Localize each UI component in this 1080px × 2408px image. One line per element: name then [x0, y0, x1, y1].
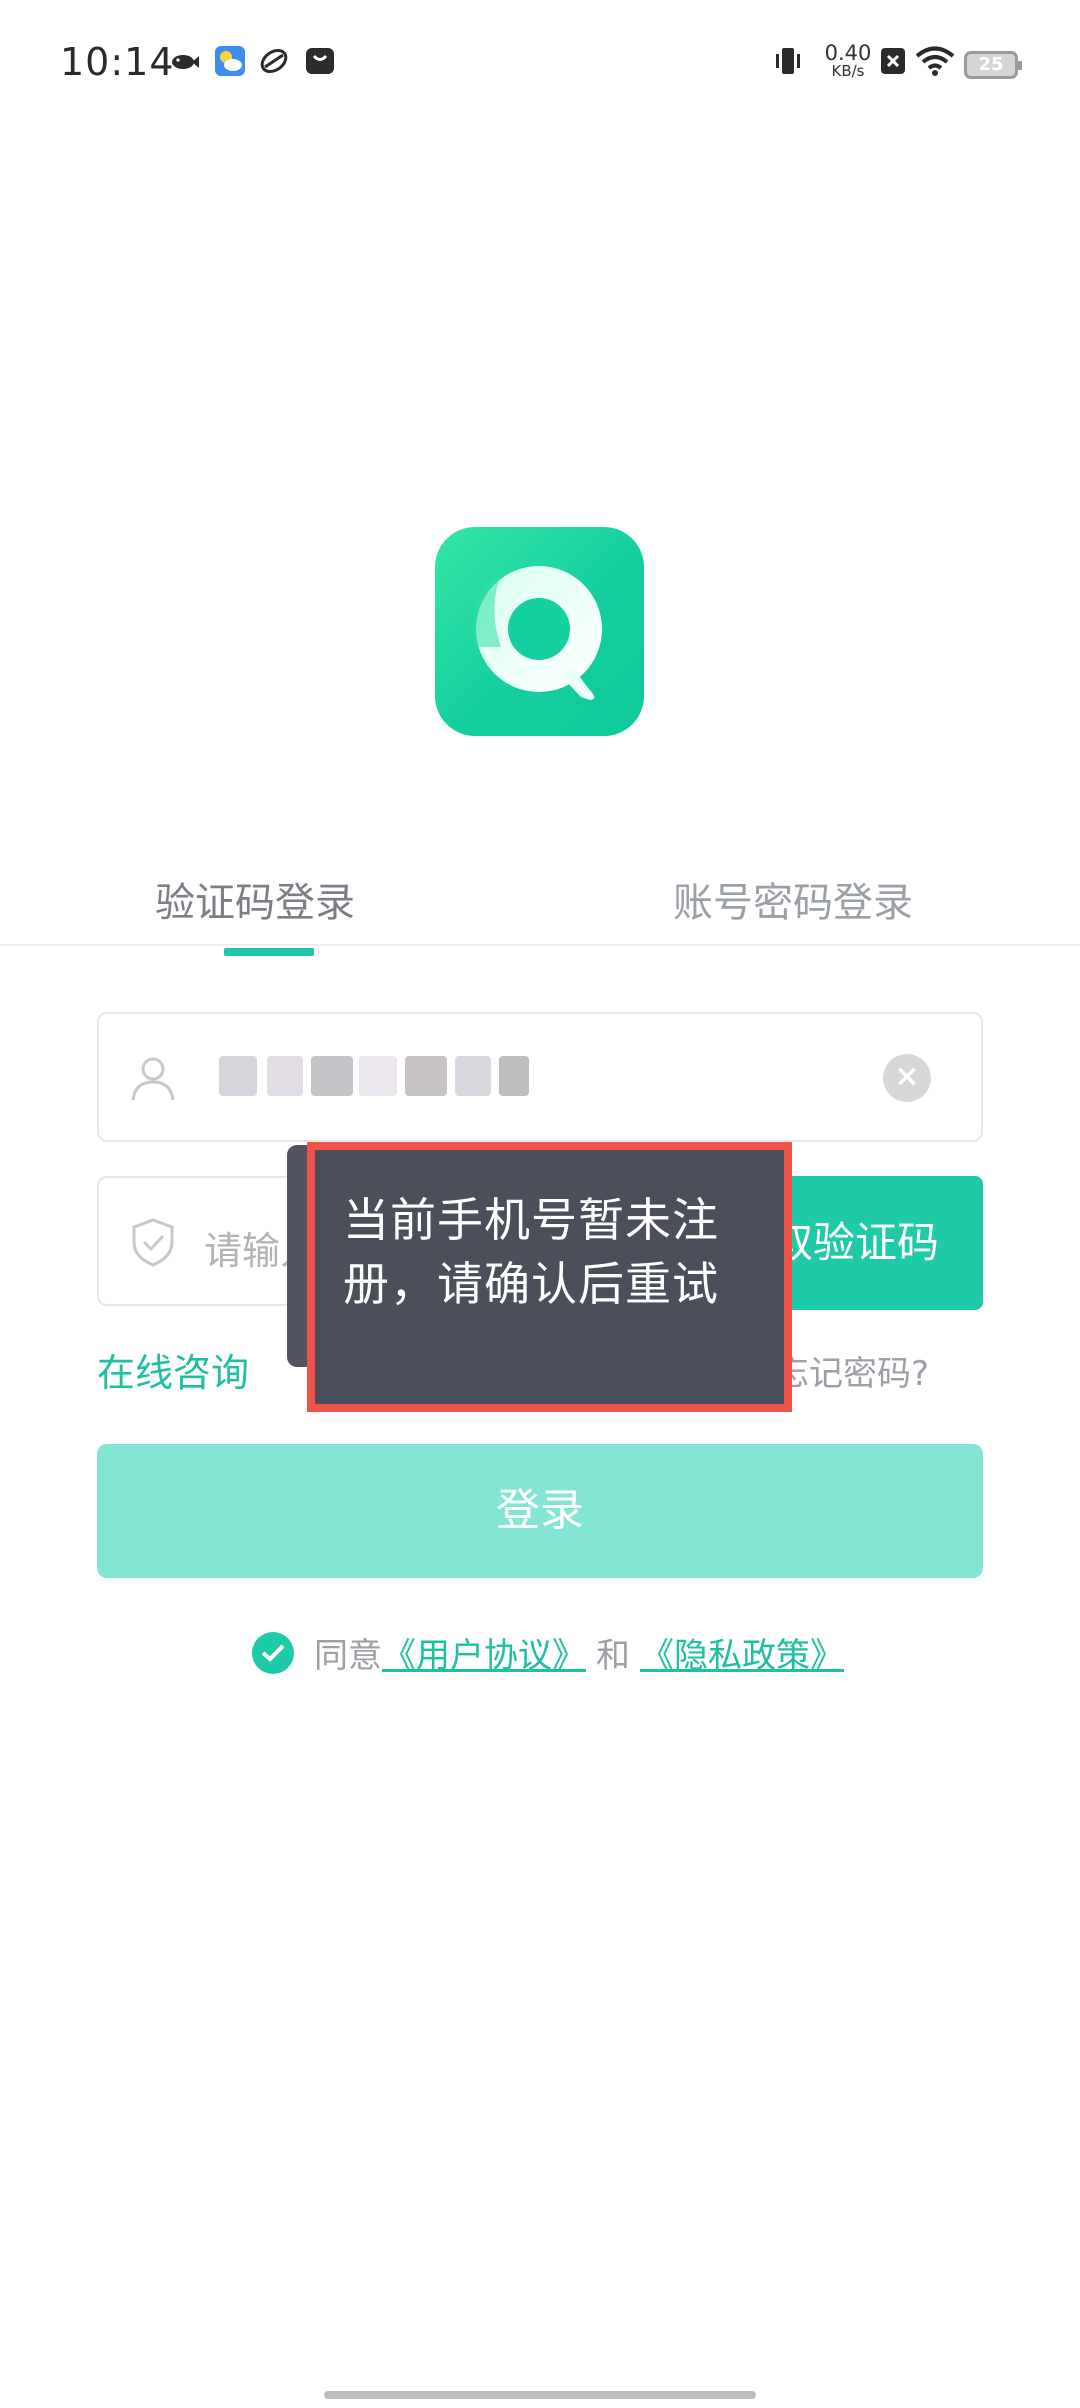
login-screen: 10:14 0.40 KB/s 25 验证码登录 账号密码登录 × 获取验证码 …: [0, 0, 1080, 2408]
shield-check-icon: [132, 1218, 174, 1267]
wifi-icon: [915, 46, 955, 76]
forgot-password-link[interactable]: 忘记密码?: [775, 1346, 929, 1395]
home-indicator[interactable]: [324, 2391, 756, 2399]
tab-sms-login[interactable]: 验证码登录: [155, 870, 355, 928]
agreement-row: 同意《用户协议》和《隐私政策》: [252, 1628, 844, 1676]
battery-icon: 25: [964, 51, 1022, 79]
user-agreement-link[interactable]: 《用户协议》: [382, 1636, 586, 1676]
tab-password-login[interactable]: 账号密码登录: [673, 870, 913, 928]
sync-app-icon: [260, 49, 288, 73]
net-speed-value: 0.40: [824, 41, 872, 65]
agree-checkbox[interactable]: [252, 1631, 294, 1674]
tab-active-indicator: [224, 948, 314, 956]
agree-conjunction: 和: [596, 1636, 630, 1676]
login-button[interactable]: 登录: [97, 1444, 983, 1578]
battery-level: 25: [978, 54, 1004, 75]
check-icon: [261, 1644, 285, 1662]
app-logo: [435, 527, 644, 736]
tab-divider: [0, 944, 1080, 946]
vibrate-icon: [776, 48, 800, 74]
net-speed: 0.40 KB/s: [820, 41, 876, 81]
app-logo-q-icon: [472, 566, 602, 700]
fish-notification-icon: [172, 55, 199, 69]
error-toast: 当前手机号暂未注册，请确认后重试: [307, 1142, 792, 1412]
no-sim-icon: [881, 48, 905, 74]
weather-app-icon: [215, 46, 245, 76]
phone-number-redacted: [159, 1014, 579, 1142]
clear-phone-button[interactable]: ×: [883, 1054, 931, 1102]
status-time: 10:14: [60, 40, 175, 84]
status-bar: 10:14 0.40 KB/s 25: [0, 0, 1080, 125]
toast-message: 当前手机号暂未注册，请确认后重试: [343, 1193, 719, 1311]
bag-app-icon: [306, 48, 334, 74]
online-consult-link[interactable]: 在线咨询: [97, 1342, 249, 1397]
agree-prefix: 同意: [314, 1636, 382, 1676]
phone-field[interactable]: ×: [97, 1012, 983, 1142]
privacy-policy-link[interactable]: 《隐私政策》: [640, 1636, 844, 1676]
